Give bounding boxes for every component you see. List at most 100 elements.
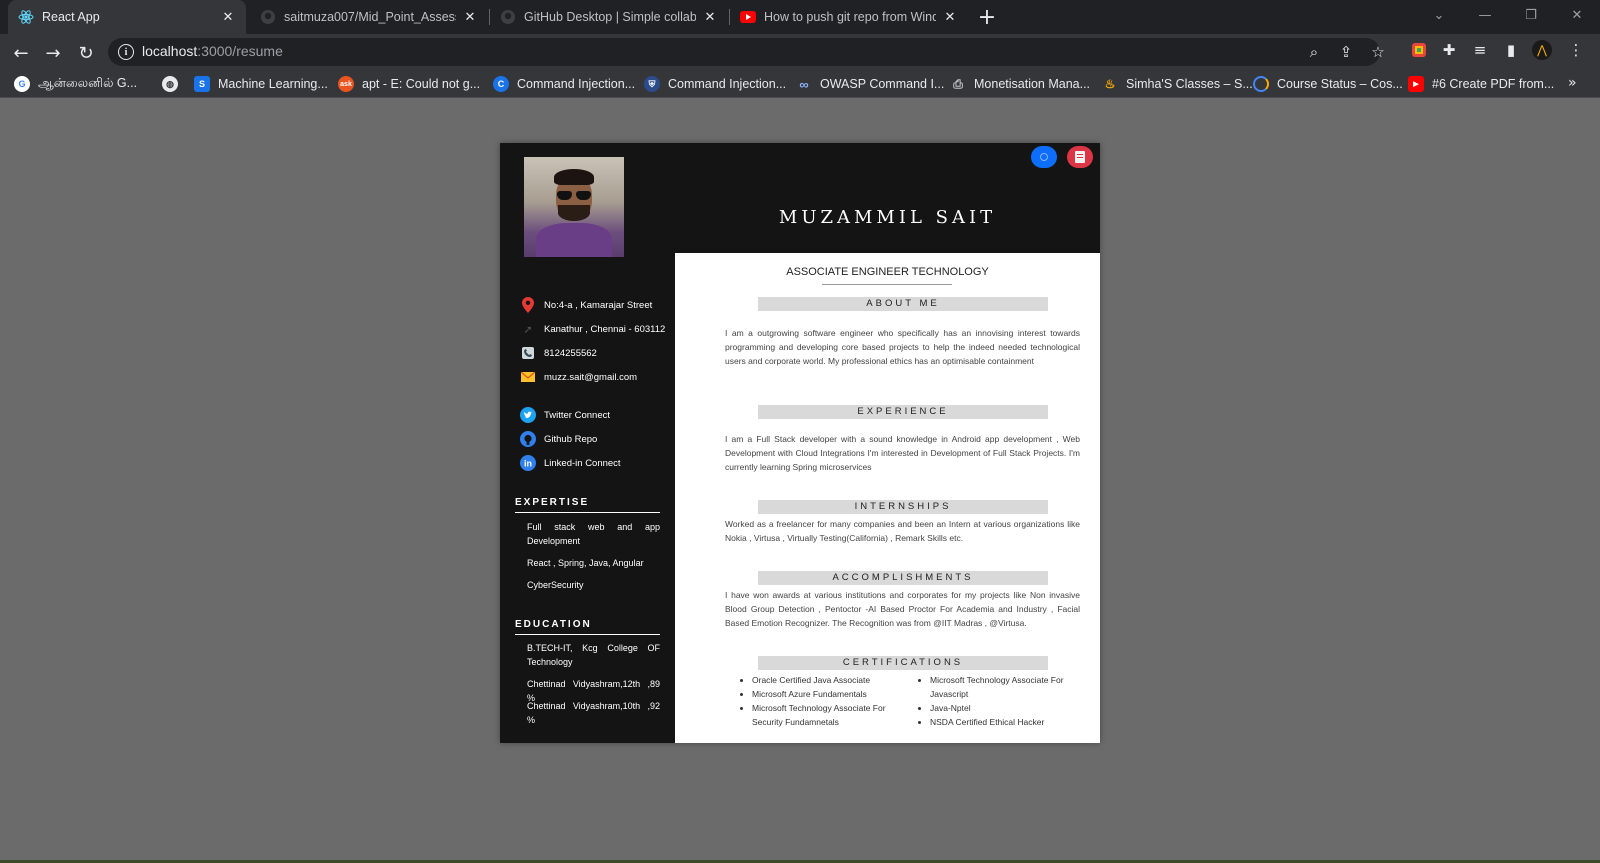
bookmark-item[interactable]: ⛨ Command Injection... [644, 75, 786, 93]
tab-search-icon[interactable]: ⌄ [1416, 0, 1462, 30]
github-link[interactable]: Github Repo [520, 430, 597, 448]
resume-sidebar: No:4-a , Kamarajar Street ➚ Kanathur , C… [500, 143, 675, 743]
designation: ASSOCIATE ENGINEER TECHNOLOGY [786, 266, 989, 278]
c-icon: C [493, 76, 509, 92]
experience-text: I am a Full Stack developer with a sound… [725, 434, 1080, 472]
list-item: Microsoft Azure Fundamentals [752, 687, 910, 701]
bookmark-item[interactable]: ▶ #6 Create PDF from... [1408, 75, 1554, 93]
github-icon [520, 431, 536, 447]
tab-react-app[interactable]: React App ✕ [8, 0, 246, 34]
profile-photo [524, 157, 624, 257]
bookmark-item[interactable]: ask apt - E: Could not g... [338, 75, 480, 93]
document-icon [1075, 148, 1085, 167]
certifications-list-left: Oracle Certified Java Associate Microsof… [740, 673, 910, 729]
avatar[interactable]: ⋀ [1532, 40, 1552, 60]
tab-title: saitmuza007/Mid_Point_Assessm [284, 10, 456, 24]
linkedin-link[interactable]: in Linked-in Connect [520, 454, 621, 472]
twitter-icon [520, 407, 536, 423]
bookmark-item[interactable]: ◍ [162, 75, 186, 93]
tab-github-desktop[interactable]: GitHub Desktop | Simple collabo ✕ [490, 0, 728, 34]
close-window-button[interactable]: ✕ [1554, 0, 1600, 30]
expertise-item: CyberSecurity [527, 580, 584, 590]
resume-page: No:4-a , Kamarajar Street ➚ Kanathur , C… [500, 143, 1100, 743]
bookmark-item[interactable]: ⎙ Monetisation Mana... [950, 75, 1090, 93]
menu-icon[interactable]: ⋮ [1566, 40, 1586, 60]
list-item: Java-Nptel [930, 701, 1093, 715]
url-text[interactable]: localhost:3000/resume [142, 43, 283, 59]
bookmark-item[interactable]: G ஆன்லைனில் G... [14, 75, 137, 93]
certifications-heading: CERTIFICATIONS [758, 656, 1048, 670]
contact-phone: 8124255562 [520, 344, 597, 362]
shield-icon: ⛨ [644, 76, 660, 92]
expertise-heading: EXPERTISE [515, 497, 660, 513]
bookmark-item[interactable]: S Machine Learning... [194, 75, 328, 93]
tab-github-repo[interactable]: saitmuza007/Mid_Point_Assessm ✕ [250, 0, 488, 34]
side-panel-icon[interactable]: ▮ [1501, 40, 1521, 60]
bookmark-item[interactable]: C Command Injection... [493, 75, 635, 93]
github-icon [260, 9, 276, 25]
bookmark-star-icon[interactable]: ☆ [1368, 43, 1388, 61]
link-icon: ∞ [799, 76, 809, 92]
address-bar[interactable]: i localhost:3000/resume ⌕ ⇪ ☆ [108, 38, 1385, 66]
bookmark-item[interactable]: ♨ Simha'S Classes – S... [1102, 75, 1253, 93]
list-item: NSDA Certified Ethical Hacker [930, 715, 1093, 729]
youtube-icon: ▶ [1408, 76, 1424, 92]
close-icon[interactable]: ✕ [942, 9, 958, 25]
accomplishments-text: I have won awards at various institution… [725, 590, 1080, 628]
zoom-icon[interactable]: ⌕ [1304, 43, 1324, 61]
tab-youtube-video[interactable]: How to push git repo from Windo ✕ [730, 0, 968, 34]
bookmarks-overflow-icon[interactable]: » [1568, 75, 1577, 91]
reading-list-icon[interactable]: ≡ [1470, 40, 1490, 60]
linkedin-icon: in [520, 455, 536, 471]
printer-icon: ⎙ [953, 76, 963, 91]
forward-button[interactable]: → [40, 40, 66, 66]
expertise-item: Full stack web and app Development [527, 522, 660, 546]
circle-icon [1040, 153, 1048, 161]
tab-title: React App [42, 10, 100, 24]
map-arrow-icon: ➚ [523, 323, 533, 336]
list-item: Microsoft Technology Associate For Javas… [930, 673, 1093, 701]
experience-heading: EXPERIENCE [758, 405, 1048, 419]
twitter-link[interactable]: Twitter Connect [520, 406, 610, 424]
expertise-item: React , Spring, Java, Angular [527, 558, 644, 568]
download-button[interactable] [1031, 146, 1057, 168]
resume-name: MUZAMMIL SAIT [778, 207, 997, 228]
pdf-button[interactable] [1067, 146, 1093, 168]
extension-colorful-icon[interactable] [1409, 40, 1429, 60]
contact-email: muzz.sait@gmail.com [520, 368, 637, 386]
education-item: Chettinad Vidyashram,10th ,92 % [527, 701, 660, 725]
new-tab-button[interactable]: + [975, 5, 999, 30]
tab-title: How to push git repo from Windo [764, 10, 936, 24]
bookmarks-bar: G ஆன்லைனில் G... ◍ S Machine Learning... a… [0, 70, 1600, 98]
about-heading: ABOUT ME [758, 297, 1048, 311]
github-icon [500, 9, 516, 25]
close-icon[interactable]: ✕ [462, 9, 478, 25]
puzzle-icon[interactable]: ✚ [1439, 40, 1459, 60]
restore-button[interactable]: ❐ [1508, 0, 1554, 30]
divider [822, 284, 952, 285]
close-icon[interactable]: ✕ [702, 9, 718, 25]
loader-icon [1253, 76, 1269, 92]
close-icon[interactable]: ✕ [220, 9, 236, 25]
minimize-button[interactable]: — [1462, 0, 1508, 30]
back-button[interactable]: ← [8, 40, 34, 66]
site-info-icon[interactable]: i [118, 44, 134, 60]
location-pin-icon [520, 297, 536, 313]
react-icon [18, 9, 34, 25]
list-item: Oracle Certified Java Associate [752, 673, 910, 687]
svg-text:in: in [524, 459, 532, 469]
s-icon: S [194, 76, 210, 92]
browser-toolbar: ← → ↻ i localhost:3000/resume ⌕ ⇪ ☆ ✚ ≡ … [0, 34, 1600, 70]
tab-strip: React App ✕ saitmuza007/Mid_Point_Assess… [0, 0, 1600, 34]
flame-icon: ♨ [1104, 77, 1116, 91]
list-item: Microsoft Technology Associate For Secur… [752, 701, 910, 729]
education-item: B.TECH-IT, Kcg College OF Technology [527, 643, 660, 667]
bookmark-item[interactable]: Course Status – Cos... [1253, 75, 1403, 93]
accomplishments-heading: ACCOMPLISHMENTS [758, 571, 1048, 585]
bookmark-item[interactable]: ∞ OWASP Command I... [796, 75, 944, 93]
reload-button[interactable]: ↻ [73, 40, 99, 66]
share-icon[interactable]: ⇪ [1336, 43, 1356, 61]
envelope-icon [520, 369, 536, 385]
google-icon: G [14, 76, 30, 92]
about-text: I am a outgrowing software engineer who … [725, 328, 1080, 366]
